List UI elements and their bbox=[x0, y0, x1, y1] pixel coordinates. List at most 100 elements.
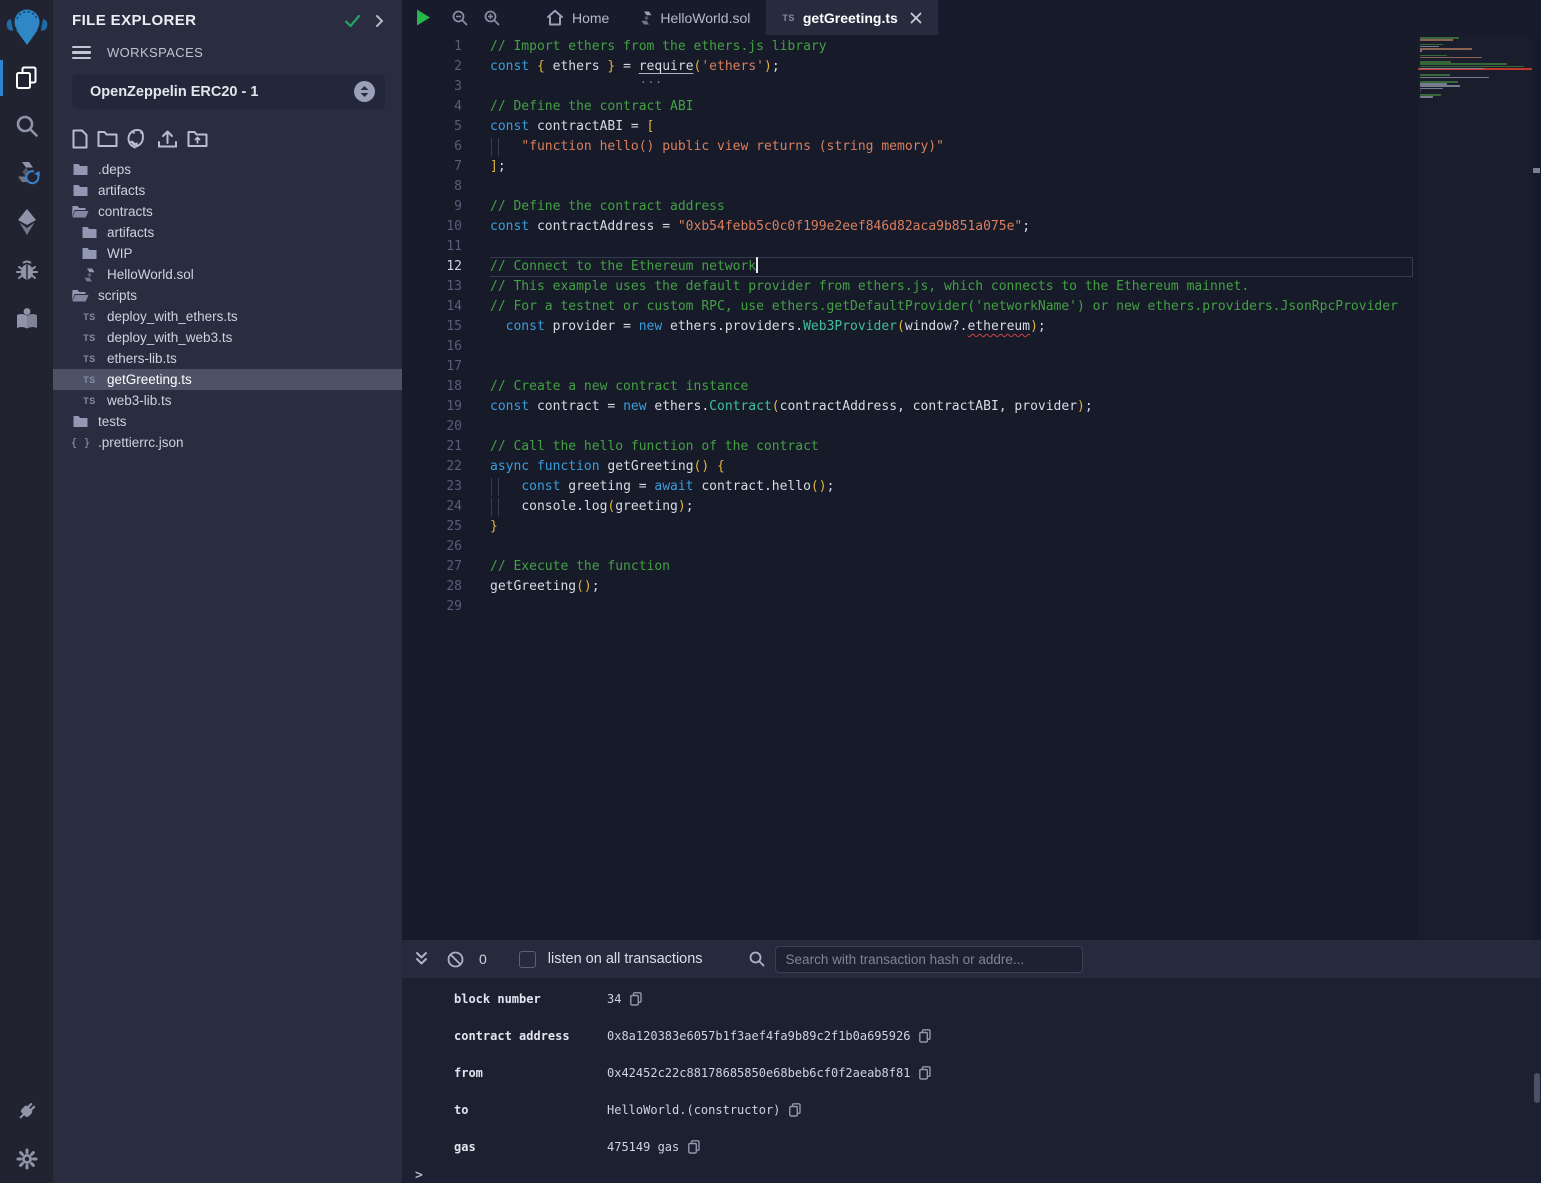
file-explorer-icon[interactable] bbox=[0, 54, 53, 102]
transaction-row: contract address0x8a120383e6057b1f3aef4f… bbox=[402, 1017, 1541, 1054]
code-token: greeting = bbox=[568, 479, 654, 494]
code-token: ; bbox=[827, 479, 835, 494]
code-line-24: console.log(greeting); bbox=[490, 497, 1413, 517]
line-number: 9 bbox=[402, 197, 462, 217]
code-token: ; bbox=[1085, 399, 1093, 414]
code-token bbox=[490, 479, 521, 494]
zoom-in-icon[interactable] bbox=[476, 0, 508, 35]
minimap-line bbox=[1420, 63, 1507, 65]
learneth-icon[interactable] bbox=[0, 294, 53, 342]
code-token: const bbox=[490, 59, 537, 74]
remix-logo[interactable] bbox=[0, 0, 53, 54]
listen-label[interactable]: listen on all transactions bbox=[548, 951, 703, 967]
tree-item-.prettierrc.json[interactable]: { }.prettierrc.json bbox=[53, 432, 402, 453]
tree-item-HelloWorld.sol[interactable]: HelloWorld.sol bbox=[53, 264, 402, 285]
code-editor[interactable]: 1234567891011121314151617181920212223242… bbox=[402, 35, 1541, 940]
code-token: // Connect to the Ethereum network bbox=[490, 259, 756, 274]
ts-icon: TS bbox=[81, 396, 98, 406]
new-file-icon[interactable] bbox=[72, 129, 88, 149]
workspace-select[interactable]: OpenZeppelin ERC20 - 1 bbox=[72, 74, 385, 109]
tree-item-label: deploy_with_ethers.ts bbox=[107, 309, 238, 324]
terminal-prompt[interactable]: > bbox=[402, 1168, 1541, 1183]
tree-item-artifacts[interactable]: artifacts bbox=[53, 180, 402, 201]
minimap-line bbox=[1420, 90, 1421, 92]
search-icon[interactable] bbox=[0, 102, 53, 150]
code-line-18: // Create a new contract instance bbox=[490, 377, 1413, 397]
copy-icon[interactable] bbox=[919, 1029, 931, 1043]
workspace-name: OpenZeppelin ERC20 - 1 bbox=[90, 84, 354, 100]
code-token: const bbox=[506, 319, 553, 334]
line-number: 27 bbox=[402, 557, 462, 577]
code-token: function bbox=[537, 459, 607, 474]
transaction-row: from0x42452c22c88178685850e68beb6cf0f2ae… bbox=[402, 1054, 1541, 1091]
chevron-right-icon[interactable] bbox=[375, 14, 384, 28]
expand-terminal-icon[interactable] bbox=[414, 951, 429, 967]
tree-item-label: artifacts bbox=[98, 183, 145, 198]
line-number: 21 bbox=[402, 437, 462, 457]
line-number: 26 bbox=[402, 537, 462, 557]
tree-item-getGreeting.ts[interactable]: TSgetGreeting.ts bbox=[53, 369, 402, 390]
transaction-row: block number34 bbox=[402, 980, 1541, 1017]
solidity-icon bbox=[81, 268, 98, 282]
listen-checkbox[interactable] bbox=[519, 951, 536, 968]
terminal-scrollbar[interactable] bbox=[1534, 1073, 1540, 1103]
tree-item-label: .prettierrc.json bbox=[98, 435, 184, 450]
tree-item-artifacts[interactable]: artifacts bbox=[53, 222, 402, 243]
tree-item-label: scripts bbox=[98, 288, 137, 303]
clear-console-icon[interactable] bbox=[447, 951, 464, 968]
solidity-compiler-icon[interactable] bbox=[0, 150, 53, 198]
upload-folder-icon[interactable] bbox=[187, 130, 208, 148]
line-number: 19 bbox=[402, 397, 462, 417]
tree-item-web3-lib.ts[interactable]: TSweb3-lib.ts bbox=[53, 390, 402, 411]
line-number: 2 bbox=[402, 57, 462, 77]
debugger-icon[interactable] bbox=[0, 246, 53, 294]
tab-Home[interactable]: Home bbox=[530, 0, 625, 35]
tree-item-ethers-lib.ts[interactable]: TSethers-lib.ts bbox=[53, 348, 402, 369]
tree-item-.deps[interactable]: .deps bbox=[53, 159, 402, 180]
tree-item-scripts[interactable]: scripts bbox=[53, 285, 402, 306]
copy-icon[interactable] bbox=[688, 1140, 700, 1154]
new-folder-icon[interactable] bbox=[97, 130, 118, 148]
tab-HelloWorld.sol[interactable]: HelloWorld.sol bbox=[625, 0, 766, 35]
settings-icon[interactable] bbox=[0, 1135, 53, 1183]
copy-icon[interactable] bbox=[789, 1103, 801, 1117]
line-number: 5 bbox=[402, 117, 462, 137]
code-token: ethers.providers. bbox=[670, 319, 803, 334]
code-token: } bbox=[600, 59, 616, 74]
terminal-search-input[interactable] bbox=[775, 946, 1083, 973]
upload-file-icon[interactable] bbox=[157, 129, 178, 149]
code-token: { bbox=[717, 459, 725, 474]
line-number: 3 bbox=[402, 77, 462, 97]
tree-item-label: WIP bbox=[107, 246, 133, 261]
code-token: contractABI = bbox=[537, 119, 647, 134]
workspaces-menu-icon[interactable] bbox=[72, 46, 91, 60]
plugin-manager-icon[interactable] bbox=[0, 1087, 53, 1135]
deploy-run-icon[interactable] bbox=[0, 198, 53, 246]
copy-icon[interactable] bbox=[630, 992, 642, 1006]
tree-item-label: HelloWorld.sol bbox=[107, 267, 194, 282]
line-number-gutter: 1234567891011121314151617181920212223242… bbox=[402, 37, 462, 617]
github-icon[interactable] bbox=[127, 129, 148, 149]
transaction-field-value: 0x42452c22c88178685850e68beb6cf0f2aeab8f… bbox=[607, 1066, 910, 1080]
indent-guide bbox=[498, 138, 499, 156]
minimap-line bbox=[1420, 50, 1422, 52]
minimap[interactable] bbox=[1418, 37, 1532, 940]
tree-item-tests[interactable]: tests bbox=[53, 411, 402, 432]
indent-guide bbox=[498, 478, 499, 496]
tree-item-deploy_with_ethers.ts[interactable]: TSdeploy_with_ethers.ts bbox=[53, 306, 402, 327]
tree-item-deploy_with_web3.ts[interactable]: TSdeploy_with_web3.ts bbox=[53, 327, 402, 348]
transaction-count: 0 bbox=[479, 951, 487, 967]
zoom-out-icon[interactable] bbox=[444, 0, 476, 35]
tree-item-WIP[interactable]: WIP bbox=[53, 243, 402, 264]
code-line-11 bbox=[490, 237, 1413, 257]
tab-getGreeting.ts[interactable]: TSgetGreeting.ts bbox=[766, 0, 937, 35]
code-token: provider = bbox=[553, 319, 639, 334]
copy-icon[interactable] bbox=[919, 1066, 931, 1080]
run-script-button[interactable] bbox=[402, 0, 444, 35]
check-icon bbox=[344, 14, 361, 28]
minimap-line bbox=[1420, 44, 1443, 46]
close-icon[interactable] bbox=[910, 12, 922, 24]
code-line-29 bbox=[490, 597, 1413, 617]
tree-item-contracts[interactable]: contracts bbox=[53, 201, 402, 222]
editor-column: HomeHelloWorld.solTSgetGreeting.ts 12345… bbox=[402, 0, 1541, 1183]
